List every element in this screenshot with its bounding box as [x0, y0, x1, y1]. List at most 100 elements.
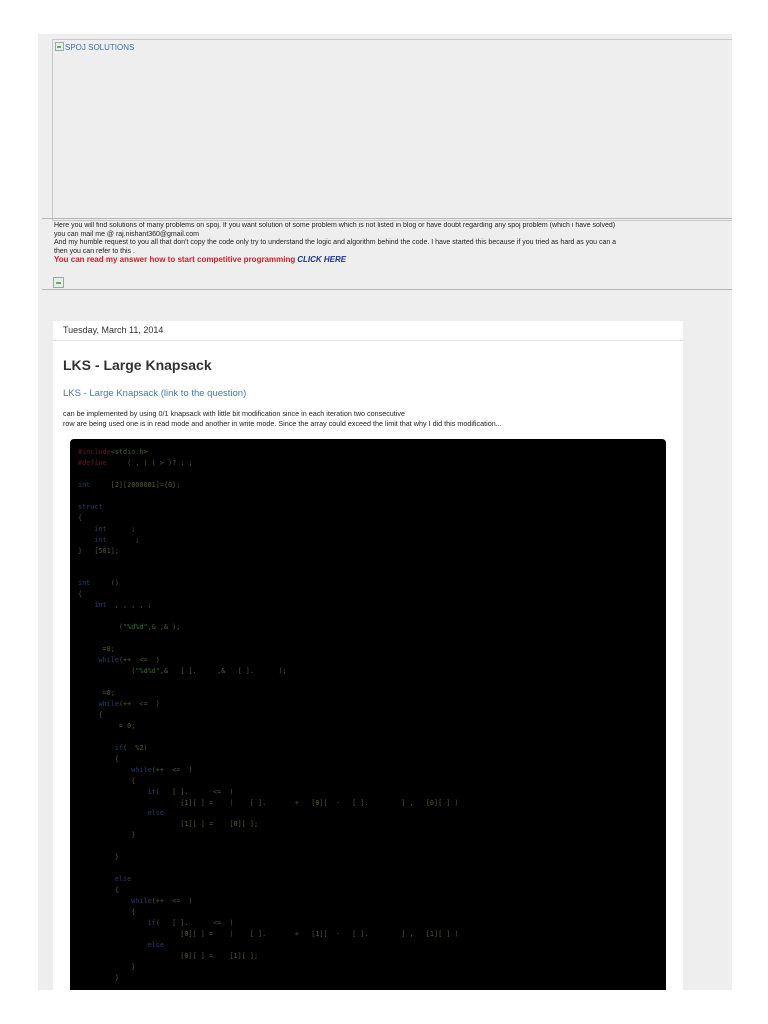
code-token: else [147, 809, 164, 818]
code-token: { [78, 886, 119, 895]
section-divider [42, 289, 732, 290]
code-token: "%d%d" [123, 623, 148, 632]
code-line: while(++ <= ) [78, 655, 459, 666]
code-token: ; [106, 535, 140, 544]
code-token: [0][ ] = ( [ ]. + [1][ - [ ]. ] , [1][ ]… [78, 929, 459, 938]
code-token: =0; [78, 688, 115, 697]
code-line: { [78, 776, 459, 787]
code-line: { [78, 710, 459, 721]
post-body-line: row are being used one is in read mode a… [63, 419, 502, 428]
code-line: struct [78, 502, 459, 513]
code-line: { [78, 885, 459, 896]
code-line: =0; [78, 644, 459, 655]
code-line: if( [ ]. <= ) [78, 787, 459, 798]
code-token: while [131, 897, 152, 906]
code-line: } [78, 962, 459, 973]
code-line: [1][ ] = ( [ ]. + [0][ - [ ]. ] , [0][ ]… [78, 798, 459, 809]
code-line: [1][ ] = [0][ ]; [78, 819, 459, 830]
code-token: { [78, 590, 83, 599]
code-token: (++ <= ) [118, 699, 160, 708]
code-token: if [114, 743, 124, 752]
header-image-alt: SPOJ SOLUTIONS [65, 43, 135, 52]
code-line: while(++ <= ) [78, 699, 459, 710]
broken-image-icon[interactable] [53, 277, 64, 288]
code-listing: #include<stdio.h> #define ( , ) ( > )? : … [78, 447, 459, 984]
code-token: (++ <= ) [151, 765, 193, 774]
code-token: "%d%d" [135, 667, 160, 676]
code-line: int ; [78, 524, 459, 535]
code-token: if [147, 918, 156, 927]
code-line: { [78, 907, 459, 918]
code-token: ( %2) [123, 743, 148, 752]
click-here-link[interactable]: CLICK HERE [297, 255, 346, 264]
code-line: #include<stdio.h> [78, 447, 459, 458]
code-line: if( %2) [78, 743, 459, 754]
code-token: ( [78, 667, 136, 676]
blog-description: Here you will find solutions of many pro… [54, 222, 732, 266]
blog-page: SPOJ SOLUTIONS Here you will find soluti… [38, 34, 732, 990]
code-token: #define [78, 458, 107, 467]
code-token: [1][ ] = ( [ ]. + [0][ - [ ]. ] , [0][ ]… [78, 798, 459, 807]
code-token: } [78, 853, 119, 862]
code-token: if [147, 787, 156, 796]
broken-image-icon [55, 42, 64, 51]
code-token: ( , ) ( > )? : ; [106, 458, 193, 467]
code-line: int , , , , ; [78, 600, 459, 611]
question-link[interactable]: LKS - Large Knapsack (link to the questi… [63, 388, 246, 399]
code-token: { [78, 710, 103, 719]
code-line: else [78, 808, 459, 819]
code-line: while(++ <= ) [78, 896, 459, 907]
code-token: ( [78, 623, 124, 632]
post-date: Tuesday, March 11, 2014 [63, 325, 164, 335]
code-token: int [78, 480, 91, 489]
code-line: int [2][2000001]={0}; [78, 480, 459, 491]
code-token: while [98, 656, 119, 665]
code-token: while [98, 699, 119, 708]
description-line: Here you will find solutions of many pro… [54, 222, 616, 229]
code-token: [1][ ] = [0][ ]; [78, 820, 259, 829]
post-body-line: can be implemented by using 0/1 knapsack… [63, 409, 405, 418]
code-token: <stdio.h> [110, 448, 148, 456]
code-token: =0; [78, 645, 115, 654]
description-line: And my humble request to you all that do… [54, 239, 617, 246]
code-line: int () [78, 578, 459, 589]
code-line: else [78, 940, 459, 951]
code-token: } [501]; [78, 546, 119, 555]
code-token: (++ <= ) [151, 897, 193, 906]
code-line: int ; [78, 535, 459, 546]
code-block: #include<stdio.h> #define ( , ) ( > )? : … [70, 439, 666, 990]
code-token: { [78, 776, 136, 785]
code-token: while [131, 765, 152, 774]
code-line: } [78, 852, 459, 863]
code-token: int [94, 535, 107, 544]
code-token: else [147, 940, 164, 949]
code-token: () [90, 579, 119, 588]
code-token: int [94, 601, 107, 610]
code-token: [0][ ] = [1][ ]; [78, 951, 259, 960]
post-title[interactable]: LKS - Large Knapsack [63, 357, 212, 373]
code-line: } [78, 973, 459, 984]
code-token: int [94, 524, 107, 533]
code-line: = 0; [78, 721, 459, 732]
code-line: [0][ ] = ( [ ]. + [1][ - [ ]. ] , [1][ ]… [78, 929, 459, 940]
code-token: { [78, 513, 83, 522]
competitive-line: You can read my answer how to start comp… [54, 255, 732, 266]
description-line: you can mail me @ raj.nishant360@gmail.c… [54, 230, 199, 238]
header-image-link[interactable]: SPOJ SOLUTIONS [55, 42, 134, 52]
code-token: [2][2000001]={0}; [90, 480, 181, 489]
